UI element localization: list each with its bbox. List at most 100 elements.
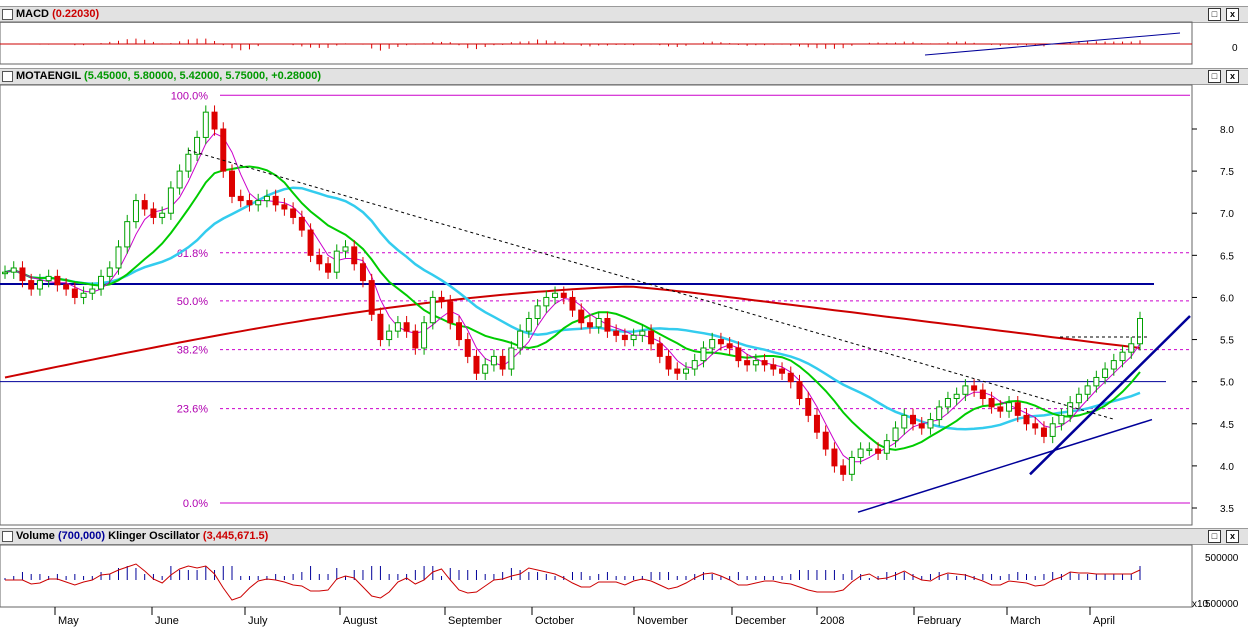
candle-body <box>159 212 166 218</box>
candle-body <box>892 427 899 442</box>
y-tick-label: 3.5 <box>1220 504 1234 515</box>
candle-body <box>1040 427 1047 437</box>
candle-body <box>944 398 951 408</box>
candle-body <box>770 364 777 370</box>
candle-body <box>525 318 532 332</box>
candle-body <box>54 275 61 286</box>
candle-body <box>333 250 340 273</box>
candle-body <box>1084 385 1091 395</box>
macd-tick-label: 0 <box>1232 43 1238 54</box>
candle-body <box>883 440 890 454</box>
candle-body <box>595 318 602 328</box>
x-tick-label: June <box>155 615 179 627</box>
steep-uptrend-line <box>1029 315 1191 476</box>
y-tick-label: 6.0 <box>1220 293 1234 304</box>
fib-label: 50.0% <box>177 296 208 308</box>
candle-body <box>936 406 943 421</box>
y-tick-label: 6.5 <box>1220 251 1234 262</box>
candle-body <box>752 360 759 366</box>
candle-body <box>246 200 253 206</box>
candle-body <box>779 368 786 374</box>
candle-body <box>691 360 698 370</box>
candle-body <box>1006 402 1013 412</box>
y-tick-label: 4.5 <box>1220 420 1234 431</box>
candle-body <box>1075 393 1082 404</box>
candle-body <box>464 339 471 357</box>
candle-body <box>281 204 288 210</box>
candle-body <box>71 288 78 298</box>
support-resistance-lines <box>0 282 1166 383</box>
candle-body <box>665 355 672 370</box>
candle-body <box>359 263 366 282</box>
candle-body <box>910 414 916 425</box>
x-tick-label: October <box>535 615 574 627</box>
volume-tick-label: 500000 <box>1205 599 1239 610</box>
candlesticks <box>2 105 1143 482</box>
y-tick-label: 5.0 <box>1220 378 1234 389</box>
candle-body <box>866 448 873 452</box>
macd-panel-frame <box>0 21 1193 65</box>
candle-body <box>421 322 428 349</box>
y-tick-label: 7.5 <box>1220 167 1234 178</box>
y-tick-label: 8.0 <box>1220 125 1234 136</box>
candle-body <box>1049 423 1056 437</box>
candle-body <box>927 419 934 429</box>
candle-body <box>560 292 567 298</box>
candle-body <box>368 280 375 315</box>
candle-body <box>1067 402 1074 416</box>
candle-body <box>351 246 358 265</box>
x-tick-label: March <box>1010 615 1041 627</box>
candle-body <box>342 246 349 252</box>
fib-label: 23.6% <box>177 404 208 416</box>
fib-label: 38.2% <box>177 345 208 357</box>
candle-body <box>962 385 969 395</box>
klinger-line <box>5 563 1141 601</box>
x-tick-label: April <box>1093 615 1115 627</box>
candle-body <box>290 208 297 218</box>
candle-body <box>106 267 113 277</box>
candle-body <box>979 389 986 400</box>
candle-body <box>176 170 183 189</box>
candle-body <box>45 275 52 282</box>
candle-body <box>263 195 270 202</box>
candle-body <box>552 292 559 298</box>
candle-body <box>141 200 148 210</box>
x-tick-label: August <box>343 615 377 627</box>
candle-body <box>316 254 323 265</box>
candle-body <box>604 318 611 332</box>
volume-tick-label: 500000 <box>1205 553 1239 564</box>
candle-body <box>613 330 620 336</box>
macd-histogram <box>0 32 1192 56</box>
candle-body <box>185 153 192 172</box>
candle-body <box>744 360 751 366</box>
candle-body <box>761 360 768 366</box>
candle-body <box>726 343 733 349</box>
volume-panel-frame <box>0 544 1193 608</box>
candle-body <box>377 313 384 341</box>
candle-body <box>1023 414 1030 425</box>
candle-body <box>447 301 454 324</box>
candle-body <box>386 330 393 341</box>
volume-bars <box>4 563 1141 601</box>
candle-body <box>735 347 742 362</box>
candle-body <box>325 263 332 273</box>
candle-body <box>674 368 681 374</box>
candle-body <box>2 271 8 275</box>
candle-body <box>298 216 305 231</box>
fib-label: 100.0% <box>171 90 209 102</box>
chart-canvas: 100.0% 61.8% 50.0% 38.2% 23.6% 0.0% 8.0 7.5 7.0… <box>0 21 1239 627</box>
candle-body <box>621 334 628 341</box>
candle-body <box>953 393 960 400</box>
candle-body <box>237 195 244 202</box>
candle-body <box>700 347 707 362</box>
candle-body <box>272 195 279 206</box>
x-tick-label: July <box>248 615 268 627</box>
candle-body <box>997 406 1004 412</box>
candle-body <box>36 280 43 290</box>
x-tick-label: November <box>637 615 688 627</box>
candle-body <box>150 208 157 218</box>
candle-body <box>901 414 908 429</box>
candle-body <box>630 334 637 341</box>
candle-body <box>307 229 314 256</box>
candle-body <box>1128 343 1135 353</box>
